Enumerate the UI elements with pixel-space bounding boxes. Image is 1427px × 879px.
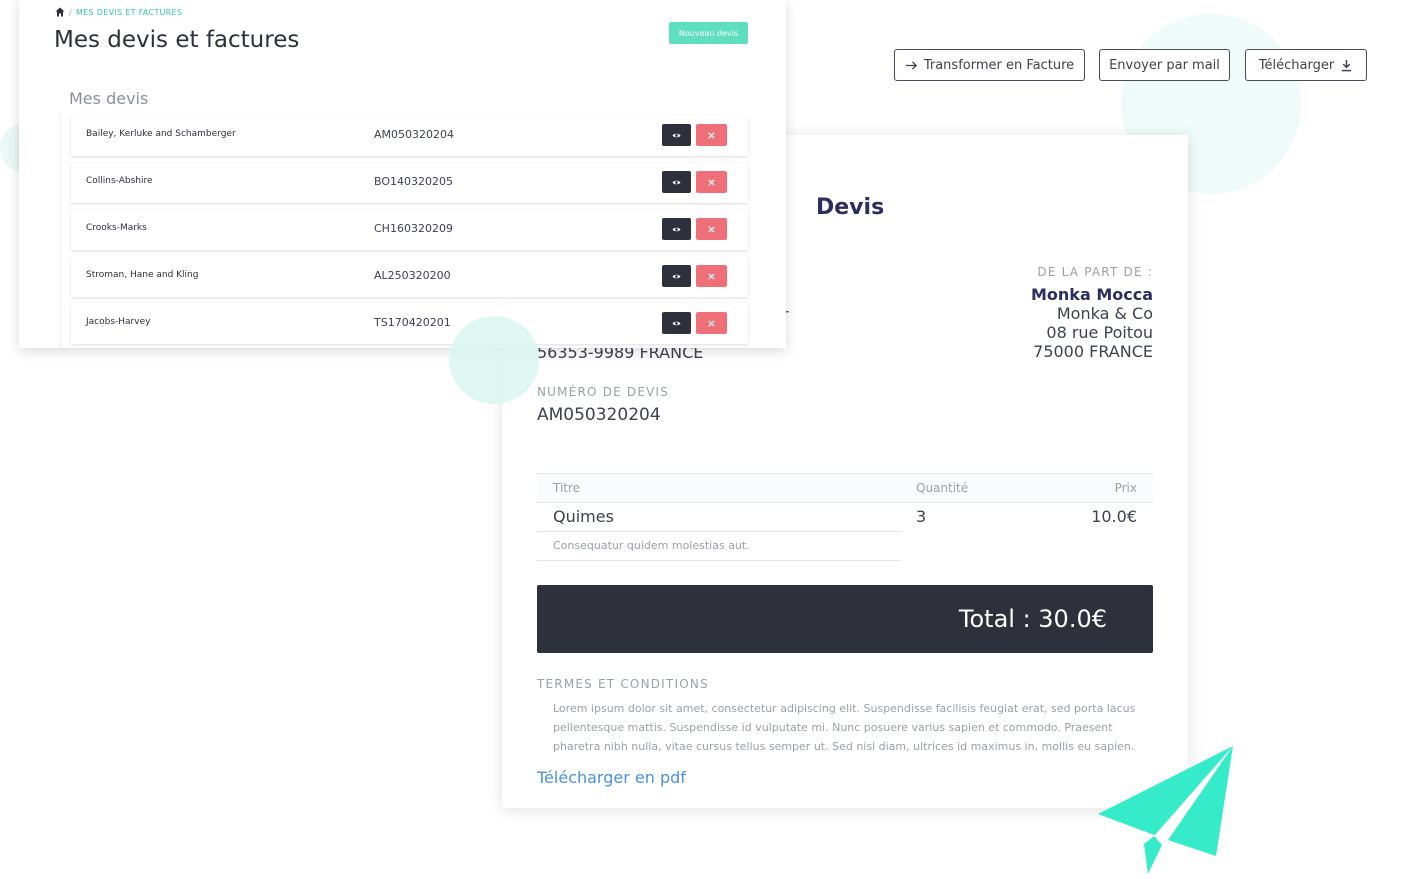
transform-to-invoice-button[interactable]: Transformer en Facture bbox=[894, 49, 1085, 81]
view-quote-button[interactable] bbox=[662, 265, 691, 287]
item-description: Consequatur quidem molestias aut. bbox=[553, 539, 750, 552]
item-price: 10.0€ bbox=[1091, 507, 1137, 526]
sender-name: Monka Mocca bbox=[1031, 285, 1153, 304]
terms-label: TERMES ET CONDITIONS bbox=[537, 677, 709, 691]
download-pdf-link[interactable]: Télécharger en pdf bbox=[537, 768, 686, 787]
quote-client: Stroman, Hane and Kling bbox=[86, 270, 199, 280]
column-quantity: Quantité bbox=[916, 481, 969, 495]
close-icon bbox=[708, 178, 715, 186]
sender-street: 08 rue Poitou bbox=[1046, 323, 1153, 342]
view-quote-button[interactable] bbox=[662, 218, 691, 240]
delete-quote-button[interactable] bbox=[696, 124, 727, 146]
column-price: Prix bbox=[1114, 481, 1137, 495]
close-icon bbox=[708, 319, 715, 327]
quote-client: Crooks-Marks bbox=[86, 223, 147, 233]
new-quote-button[interactable]: Nouveau devis bbox=[669, 22, 748, 44]
delete-quote-button[interactable] bbox=[696, 312, 727, 334]
send-button-label: Envoyer par mail bbox=[1109, 57, 1220, 73]
close-icon bbox=[708, 225, 715, 233]
close-icon bbox=[708, 272, 715, 280]
quote-client: Bailey, Kerluke and Schamberger bbox=[86, 129, 236, 139]
quote-number-label: NUMÉRO DE DEVIS bbox=[537, 385, 670, 399]
view-quote-button[interactable] bbox=[662, 171, 691, 193]
quotes-panel: / MES DEVIS ET FACTURES Mes devis et fac… bbox=[19, 0, 786, 348]
breadcrumb: / MES DEVIS ET FACTURES bbox=[55, 7, 182, 17]
eye-icon bbox=[672, 321, 681, 325]
eye-icon bbox=[672, 180, 681, 184]
quote-row[interactable]: Collins-Abshire BO140320205 bbox=[71, 162, 748, 203]
breadcrumb-current: MES DEVIS ET FACTURES bbox=[76, 7, 183, 17]
sender-city: 75000 FRANCE bbox=[1033, 342, 1153, 361]
close-icon bbox=[708, 131, 715, 139]
sender-company: Monka & Co bbox=[1056, 304, 1153, 323]
row-divider bbox=[537, 560, 901, 561]
document-title: Devis bbox=[816, 195, 885, 220]
arrow-right-icon bbox=[905, 60, 917, 70]
paper-plane-icon bbox=[1098, 746, 1233, 874]
item-quantity: 3 bbox=[916, 507, 927, 526]
quote-number: AL250320200 bbox=[374, 269, 451, 282]
download-button-label: Télécharger bbox=[1258, 57, 1335, 73]
download-icon bbox=[1342, 59, 1352, 71]
transform-button-label: Transformer en Facture bbox=[923, 57, 1075, 73]
quote-number: AM050320204 bbox=[537, 405, 661, 425]
send-by-mail-button[interactable]: Envoyer par mail bbox=[1099, 49, 1230, 81]
item-title: Quimes bbox=[553, 507, 614, 526]
quote-number: TS170420201 bbox=[374, 316, 451, 329]
quote-row[interactable]: Bailey, Kerluke and Schamberger AM050320… bbox=[71, 115, 748, 156]
sender-label: DE LA PART DE : bbox=[1037, 265, 1153, 279]
quote-row[interactable]: Crooks-Marks CH160320209 bbox=[71, 209, 748, 250]
section-title: Mes devis bbox=[69, 89, 149, 108]
breadcrumb-separator: / bbox=[69, 7, 72, 17]
items-table: Titre Quantité Prix Quimes 3 10.0€ Conse… bbox=[537, 473, 1153, 561]
quote-number: AM050320204 bbox=[374, 128, 455, 141]
view-quote-button[interactable] bbox=[662, 124, 691, 146]
eye-icon bbox=[672, 274, 681, 278]
quote-number: BO140320205 bbox=[374, 175, 453, 188]
decorative-circle bbox=[449, 316, 539, 404]
download-button[interactable]: Télécharger bbox=[1245, 49, 1367, 81]
quote-client: Jacobs-Harvey bbox=[86, 317, 151, 327]
item-row: Quimes 3 10.0€ bbox=[537, 503, 1153, 533]
quote-client: Collins-Abshire bbox=[86, 176, 153, 186]
delete-quote-button[interactable] bbox=[696, 218, 727, 240]
delete-quote-button[interactable] bbox=[696, 265, 727, 287]
eye-icon bbox=[672, 227, 681, 231]
page-title: Mes devis et factures bbox=[54, 27, 300, 53]
quote-row[interactable]: Jacobs-Harvey TS170420201 bbox=[71, 303, 748, 344]
column-title: Titre bbox=[553, 481, 581, 495]
delete-quote-button[interactable] bbox=[696, 171, 727, 193]
total-amount: Total : 30.0€ bbox=[958, 605, 1107, 633]
eye-icon bbox=[672, 133, 681, 137]
items-table-header: Titre Quantité Prix bbox=[537, 473, 1153, 503]
row-divider bbox=[537, 531, 901, 532]
total-bar: Total : 30.0€ bbox=[537, 585, 1153, 653]
list-guide-line bbox=[60, 115, 61, 348]
quote-number: CH160320209 bbox=[374, 222, 453, 235]
quote-row[interactable]: Stroman, Hane and Kling AL250320200 bbox=[71, 256, 748, 297]
sender-address: Monka Mocca Monka & Co 08 rue Poitou 750… bbox=[1031, 285, 1153, 361]
view-quote-button[interactable] bbox=[662, 312, 691, 334]
home-icon[interactable] bbox=[55, 7, 65, 17]
terms-text: Lorem ipsum dolor sit amet, consectetur … bbox=[553, 702, 1136, 753]
